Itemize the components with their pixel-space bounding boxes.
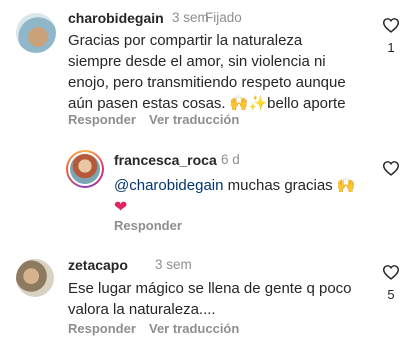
comment-text: Gracias por compartir la naturaleza siem… bbox=[68, 32, 346, 112]
like-count: 1 bbox=[387, 40, 395, 55]
raising-hands-emoji: 🙌 bbox=[336, 176, 356, 194]
like-count: 5 bbox=[387, 287, 395, 302]
reply-button[interactable]: Responder bbox=[114, 218, 182, 233]
comment-text: Ese lugar mágico se llena de gente q poc… bbox=[68, 280, 352, 318]
comment-username[interactable]: charobidegain bbox=[68, 10, 164, 26]
pinned-label: Fijado bbox=[205, 10, 242, 25]
reply-button[interactable]: Responder bbox=[68, 321, 136, 336]
comment-text: @charobidegain muchas gracias 🙌 ❤ bbox=[114, 176, 356, 216]
avatar[interactable] bbox=[16, 259, 54, 297]
avatar[interactable] bbox=[66, 150, 104, 188]
red-heart-emoji: ❤ bbox=[114, 197, 128, 216]
avatar[interactable] bbox=[16, 13, 56, 53]
reply-button[interactable]: Responder bbox=[68, 112, 136, 127]
raising-hands-sparkles-emoji: 🙌✨ bbox=[229, 94, 268, 112]
mention-link[interactable]: @charobidegain bbox=[114, 177, 223, 194]
comment-time: 3 sem bbox=[155, 257, 192, 272]
comment-username[interactable]: zetacapo bbox=[68, 257, 128, 273]
comment-username[interactable]: francesca_roca bbox=[114, 152, 217, 168]
translate-button[interactable]: Ver traducción bbox=[149, 321, 239, 336]
translate-button[interactable]: Ver traducción bbox=[149, 112, 239, 127]
comment-time: 3 sem bbox=[172, 10, 209, 25]
heart-outline-icon[interactable] bbox=[382, 264, 400, 280]
comment-time: 6 d bbox=[221, 152, 240, 167]
heart-outline-icon[interactable] bbox=[382, 17, 400, 33]
heart-outline-icon[interactable] bbox=[382, 160, 400, 176]
